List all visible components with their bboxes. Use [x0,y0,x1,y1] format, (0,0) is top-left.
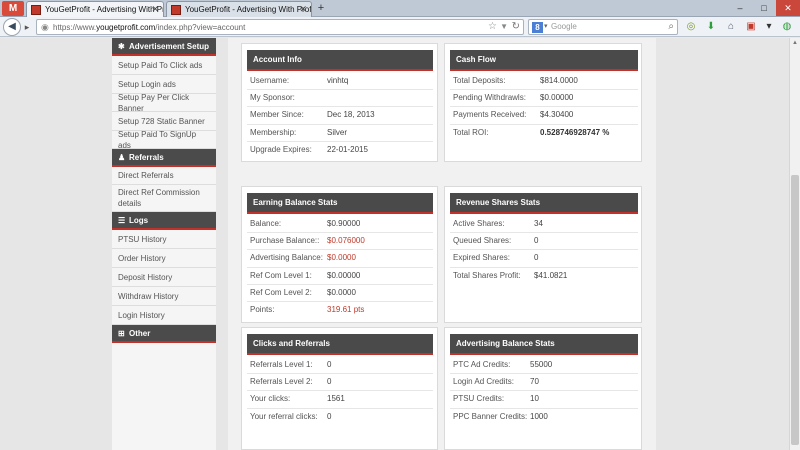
sidebar-header-other[interactable]: ⊞ Other [112,325,216,343]
table-row: Queued Shares: 0 [450,233,638,251]
cash-flow-panel: Cash Flow Total Deposits: $814.0000 Pendi… [444,43,642,162]
bookmark-star-icon[interactable]: ☆ [488,21,497,32]
site-favicon-icon [31,5,41,15]
browser-tab[interactable]: YouGetProfit - Advertising With Profit ✕ [166,1,312,17]
navigation-toolbar: ◀ ▸ ◉ https://www.yougetprofit.com/index… [0,17,800,37]
sidebar: ✱ Advertisement Setup Setup Paid To Click… [112,38,216,450]
panel-title: Revenue Shares Stats [450,193,638,214]
table-row: Ref Com Level 2: $0.0000 [247,285,433,302]
account-info-panel: Account Info Username: vinhtq My Sponsor:… [241,43,438,162]
tab-title: YouGetProfit - Advertising With Profit [185,5,312,14]
panel-title: Cash Flow [450,50,638,71]
table-row: Expired Shares: 0 [450,250,638,268]
table-row: Username: vinhtq [247,73,433,91]
users-icon: ♟ [118,153,126,162]
page-viewport: ✱ Advertisement Setup Setup Paid To Click… [0,38,789,450]
table-row: My Sponsor: [247,90,433,108]
menu-icon[interactable]: ◍ [780,20,794,34]
table-row: Total ROI: 0.528746928747 % [453,127,610,137]
sidebar-header-logs[interactable]: ☰ Logs [112,212,216,230]
table-row: Member Since: Dec 18, 2013 [247,107,433,125]
back-button[interactable]: ◀ [3,18,21,36]
globe-icon: ◉ [41,22,49,32]
youtube-icon[interactable]: ▣ [744,20,758,34]
reload-icon[interactable]: ↻ [512,21,520,32]
table-row: Payments Received: $4.30400 [450,107,638,125]
new-tab-button[interactable]: + [314,1,328,16]
main-content: Account Info Username: vinhtq My Sponsor:… [228,38,656,450]
url-dropdown-icon[interactable]: ▼ [500,22,508,31]
advertising-balance-panel: Advertising Balance Stats PTC Ad Credits… [444,327,642,450]
table-row: Login Ad Credits: 70 [450,374,638,392]
site-favicon-icon [171,5,181,15]
table-row: Referrals Level 2: 0 [247,374,433,392]
panel-title: Clicks and Referrals [247,334,433,355]
table-row: Upgrade Expires: 22-01-2015 [250,144,368,154]
sidebar-item[interactable]: Login History [112,306,216,325]
browser-tab-active[interactable]: YouGetProfit - Advertising With Profit ✕ [26,1,164,17]
minimize-button[interactable]: – [728,0,752,16]
chevron-down-icon[interactable]: ▾ [544,22,548,30]
table-row: Your clicks: 1561 [247,391,433,409]
url-text: https://www.yougetprofit.com/index.php?v… [53,23,246,32]
search-placeholder: Google [551,22,577,31]
search-icon[interactable]: ⌕ [668,21,674,32]
panel-title: Earning Balance Stats [247,193,433,214]
sidebar-item[interactable]: Direct Referrals [112,167,216,185]
close-window-button[interactable]: ✕ [776,0,800,16]
table-row: Purchase Balance:: $0.076000 [247,233,433,251]
sidebar-header-advertisement-setup[interactable]: ✱ Advertisement Setup [112,38,216,56]
home-icon[interactable]: ⌂ [724,20,738,34]
search-bar[interactable]: 8 ▾ Google ⌕ [528,19,678,35]
vertical-scrollbar[interactable]: ▲ [789,38,800,450]
sidebar-item[interactable]: Setup Paid To Click ads [112,56,216,75]
table-row: Your referral clicks: 0 [250,411,332,421]
panel-title: Advertising Balance Stats [450,334,638,355]
table-row: Balance: $0.90000 [247,216,433,234]
clicks-referrals-panel: Clicks and Referrals Referrals Level 1: 0… [241,327,438,450]
sidebar-item[interactable]: Setup Pay Per Click Banner [112,93,216,113]
download-icon[interactable]: ⬇ [704,20,718,34]
table-row: Active Shares: 34 [450,216,638,234]
tab-close-icon[interactable]: ✕ [151,2,159,17]
table-row: PPC Banner Credits: 1000 [453,411,548,421]
search-engine-icon[interactable]: 8 [532,22,543,33]
tab-close-icon[interactable]: ✕ [299,2,307,17]
sidebar-header-referrals[interactable]: ♟ Referrals [112,149,216,167]
table-row: Total Shares Profit: $41.0821 [453,270,568,280]
sidebar-item[interactable]: Deposit History [112,268,216,287]
list-icon: ☰ [118,216,126,225]
table-row: Advertising Balance: $0.0000 [247,250,433,268]
addon-icon[interactable]: ◎ [684,20,698,34]
plus-icon: ⊞ [118,329,125,338]
earning-balance-panel: Earning Balance Stats Balance: $0.90000 P… [241,186,438,323]
extension-icon[interactable]: ▾ [762,20,776,34]
sidebar-item[interactable]: Order History [112,249,216,268]
revenue-shares-panel: Revenue Shares Stats Active Shares: 34 Qu… [444,186,642,323]
table-row: Referrals Level 1: 0 [247,357,433,375]
tab-title: YouGetProfit - Advertising With Profit [45,5,164,14]
sidebar-item[interactable]: Withdraw History [112,287,216,306]
gear-icon: ✱ [118,42,125,51]
table-row: Pending Withdrawls: $0.00000 [450,90,638,108]
scrollbar-thumb[interactable] [791,175,799,445]
sidebar-item[interactable]: Direct Ref Commission details [112,185,216,212]
table-row: Ref Com Level 1: $0.00000 [247,268,433,285]
sidebar-item[interactable]: PTSU History [112,230,216,249]
maximize-button[interactable]: □ [752,0,776,16]
address-bar[interactable]: ◉ https://www.yougetprofit.com/index.php… [36,19,524,35]
panel-title: Account Info [247,50,433,71]
table-row: PTC Ad Credits: 55000 [450,357,638,375]
browser-tab-strip: M YouGetProfit - Advertising With Profit… [0,0,800,17]
table-row: Total Deposits: $814.0000 [450,73,638,91]
table-row: Membership: Silver [247,125,433,142]
gmail-pinned-tab[interactable]: M [2,1,24,16]
forward-button[interactable]: ▸ [20,21,34,34]
scroll-up-icon[interactable]: ▲ [790,38,800,48]
table-row: Points: 319.61 pts [250,304,365,314]
table-row: PTSU Credits: 10 [450,391,638,409]
sidebar-item[interactable]: Setup Paid To SignUp ads [112,130,216,150]
